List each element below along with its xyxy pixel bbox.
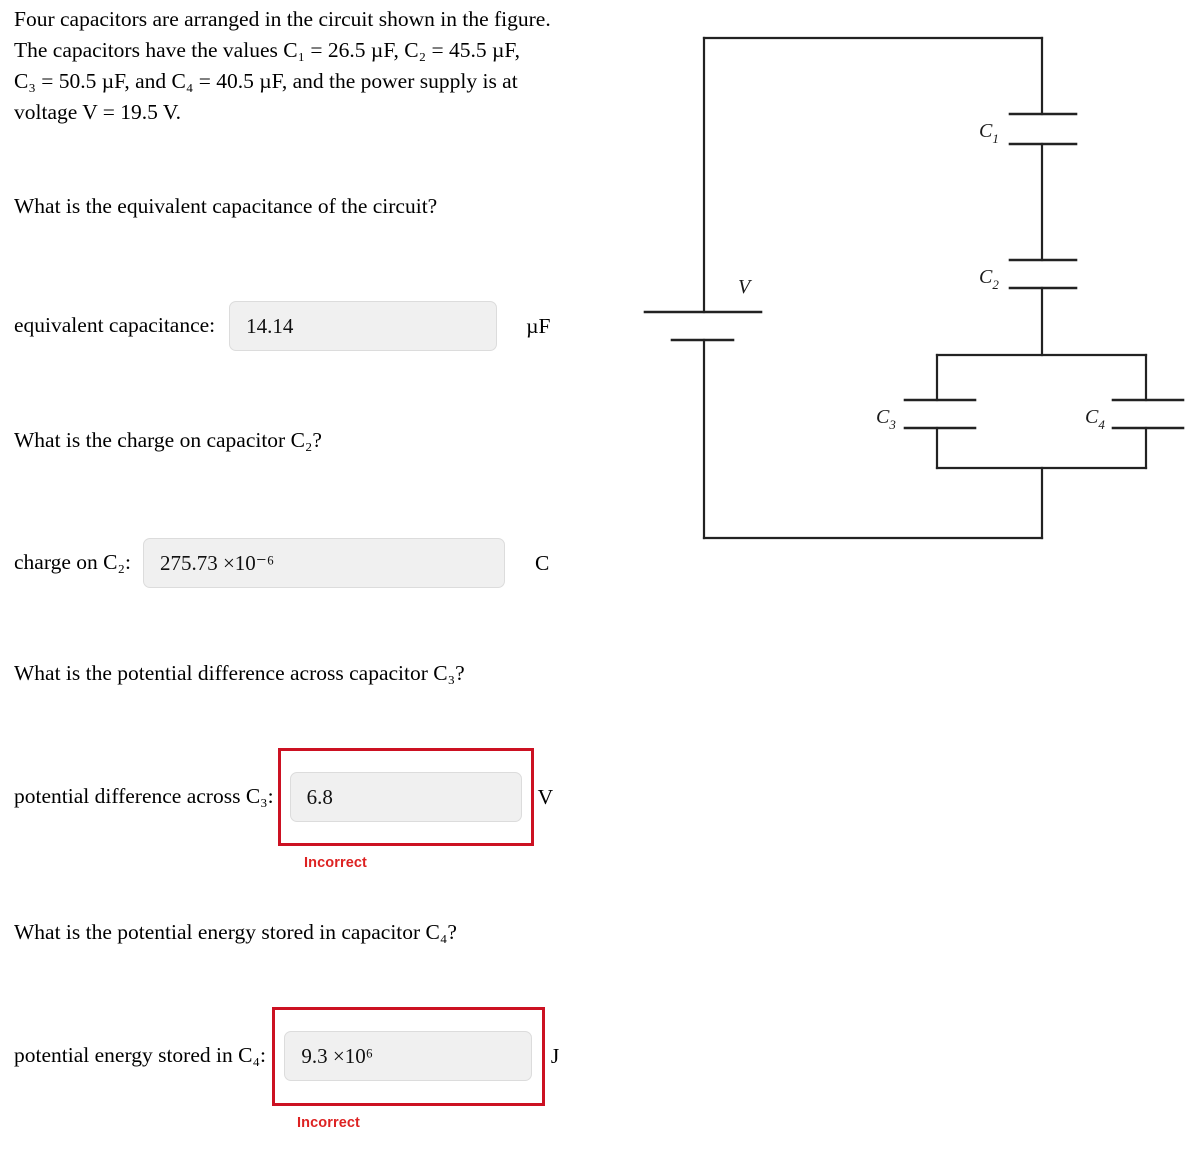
status-badge-incorrect-4: Incorrect bbox=[297, 1115, 360, 1131]
unit-label-2: C bbox=[534, 550, 550, 575]
answer-label-4: potential energy stored in C₄: bbox=[14, 1043, 266, 1068]
label-capacitor-c1: C1 bbox=[979, 120, 999, 146]
answer-label-3: potential difference across C₃: bbox=[14, 784, 274, 809]
problem-column: Four capacitors are arranged in the circ… bbox=[0, 0, 640, 1158]
field-holder-1: 14.14 bbox=[215, 301, 498, 351]
answer-label-2: charge on C₂: bbox=[14, 550, 131, 575]
equivalent-capacitance-input[interactable]: 14.14 bbox=[229, 301, 498, 351]
field-holder-2: 275.73 ×10⁻⁶ bbox=[131, 538, 505, 588]
potential-difference-c3-input[interactable]: 6.8 bbox=[289, 772, 522, 822]
unit-label-1: µF bbox=[526, 313, 551, 338]
answer-label-1: equivalent capacitance: bbox=[14, 313, 216, 338]
answer-row-3: potential difference across C₃: 6.8 V bbox=[14, 748, 554, 846]
problem-statement-line-1: Four capacitors are arranged in the circ… bbox=[14, 7, 551, 31]
label-capacitor-c4: C4 bbox=[1085, 406, 1105, 432]
label-capacitor-c2: C2 bbox=[979, 266, 999, 292]
incorrect-answer-frame-3: 6.8 bbox=[277, 748, 534, 846]
problem-statement-line-3: C₃ = 50.5 µF, and C₄ = 40.5 µF, and the … bbox=[14, 69, 518, 93]
potential-energy-c4-input[interactable]: 9.3 ×10⁶ bbox=[284, 1031, 533, 1081]
charge-on-c2-input[interactable]: 275.73 ×10⁻⁶ bbox=[142, 538, 505, 588]
problem-statement-line-2: The capacitors have the values C₁ = 26.5… bbox=[14, 38, 521, 62]
problem-statement: Four capacitors are arranged in the circ… bbox=[14, 4, 614, 128]
question-2-prompt: What is the charge on capacitor C₂? bbox=[14, 428, 322, 452]
status-badge-incorrect-3: Incorrect bbox=[304, 855, 367, 871]
unit-label-4: J bbox=[550, 1043, 560, 1068]
question-4-prompt: What is the potential energy stored in c… bbox=[14, 920, 457, 944]
unit-label-3: V bbox=[537, 784, 554, 809]
label-capacitor-c3: C3 bbox=[876, 406, 896, 432]
circuit-figure: V C1 C2 C3 C4 bbox=[630, 0, 1200, 600]
answer-row-1: equivalent capacitance: 14.14 µF bbox=[14, 296, 551, 356]
answer-row-4: potential energy stored in C₄: 9.3 ×10⁶ … bbox=[14, 1006, 560, 1106]
problem-statement-line-4: voltage V = 19.5 V. bbox=[14, 100, 182, 124]
label-voltage-source: V bbox=[738, 276, 753, 298]
circuit-diagram-svg: V C1 C2 C3 C4 bbox=[643, 36, 1185, 540]
answer-row-2: charge on C₂: 275.73 ×10⁻⁶ C bbox=[14, 533, 549, 593]
incorrect-answer-frame-4: 9.3 ×10⁶ bbox=[271, 1006, 545, 1106]
question-1-prompt: What is the equivalent capacitance of th… bbox=[14, 194, 438, 218]
question-3-prompt: What is the potential difference across … bbox=[14, 661, 465, 685]
